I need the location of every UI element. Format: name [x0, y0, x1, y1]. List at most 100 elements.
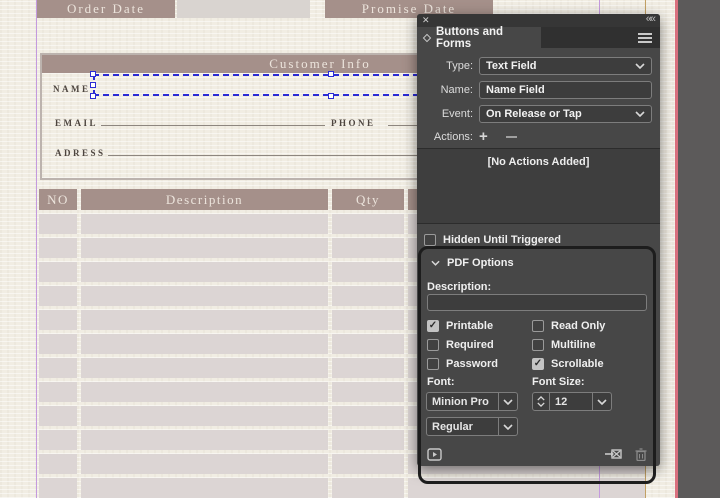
type-row: Type: Text Field: [417, 57, 652, 75]
checkbox-label: Hidden Until Triggered: [443, 234, 561, 246]
font-family-value: Minion Pro: [427, 396, 498, 408]
panel-close-icon[interactable]: ✕: [422, 15, 430, 26]
checkbox-printable[interactable]: ✓ Printable: [427, 319, 498, 332]
checkbox-label: Printable: [446, 320, 493, 332]
checkbox-scrollable[interactable]: ✓ Scrollable: [532, 357, 605, 370]
table-cell: [81, 238, 328, 258]
type-select[interactable]: Text Field: [479, 57, 652, 75]
table-cell: [332, 382, 404, 402]
table-cell: [332, 310, 404, 330]
event-select[interactable]: On Release or Tap: [479, 105, 652, 123]
event-label: Event:: [417, 108, 479, 120]
table-cell: [332, 478, 404, 498]
table-cell: [332, 334, 404, 354]
checkbox-label: Multiline: [551, 339, 596, 351]
table-cell: [39, 310, 77, 330]
table-cell: [81, 406, 328, 426]
checkbox-multiline[interactable]: Multiline: [532, 338, 605, 351]
table-cell: [81, 430, 328, 450]
checkbox-box[interactable]: [532, 339, 544, 351]
table-cell: [39, 358, 77, 378]
checkbox-label: Read Only: [551, 320, 605, 332]
selection-handle[interactable]: [90, 82, 96, 88]
table-cell: [39, 430, 77, 450]
chevron-down-icon[interactable]: [499, 399, 517, 405]
phone-field-label: PHONE: [331, 118, 376, 128]
table-cell: [81, 358, 328, 378]
checkbox-read-only[interactable]: Read Only: [532, 319, 605, 332]
selection-handle[interactable]: [90, 71, 96, 77]
table-cell: [332, 238, 404, 258]
name-value: Name Field: [486, 84, 545, 96]
table-cell: [81, 214, 328, 234]
table-cell: [39, 334, 77, 354]
checkbox-hidden-until-triggered[interactable]: Hidden Until Triggered: [424, 233, 561, 246]
description-input[interactable]: [427, 294, 647, 311]
checkbox-box[interactable]: ✓: [427, 320, 439, 332]
stepper-arrows-icon[interactable]: [533, 396, 549, 407]
table-cell: [81, 286, 328, 306]
selection-handle[interactable]: [328, 71, 334, 77]
name-input[interactable]: Name Field: [479, 81, 652, 99]
buttons-and-forms-panel: ✕ «« Buttons and Forms Type: Text Field …: [417, 14, 660, 466]
remove-action-button[interactable]: [506, 136, 517, 138]
pdf-options-header[interactable]: PDF Options: [431, 257, 514, 269]
checkbox-label: Scrollable: [551, 358, 604, 370]
font-size-stepper[interactable]: 12: [532, 392, 612, 411]
address-field-label: ADRESS: [55, 148, 106, 158]
selection-handle[interactable]: [328, 93, 334, 99]
checkbox-box[interactable]: [427, 339, 439, 351]
delete-trash-icon[interactable]: [635, 448, 647, 461]
font-style-select[interactable]: Regular: [426, 417, 518, 436]
name-label: Name:: [417, 84, 479, 96]
chevron-down-icon[interactable]: [593, 399, 611, 405]
table-cell: [39, 382, 77, 402]
table-cell: [39, 286, 77, 306]
pdf-options-title: PDF Options: [447, 257, 514, 269]
email-field-label: EMAIL: [55, 118, 98, 128]
panel-menu-icon[interactable]: [638, 37, 652, 39]
actions-list[interactable]: [No Actions Added]: [417, 148, 660, 224]
checkbox-label: Password: [446, 358, 498, 370]
panel-collapse-icon[interactable]: ««: [646, 13, 654, 25]
items-table-header-qty: Qty: [332, 189, 404, 210]
selection-handle[interactable]: [90, 93, 96, 99]
type-value: Text Field: [486, 60, 537, 72]
checkbox-box[interactable]: ✓: [532, 358, 544, 370]
font-size-label: Font Size:: [532, 376, 585, 388]
tab-buttons-and-forms[interactable]: Buttons and Forms: [417, 27, 541, 48]
checkbox-box[interactable]: [427, 358, 439, 370]
preview-spread-icon[interactable]: [427, 448, 442, 461]
table-cell: [81, 478, 328, 498]
table-cell: [332, 454, 404, 474]
actions-label: Actions:: [417, 131, 479, 143]
font-family-select[interactable]: Minion Pro: [426, 392, 518, 411]
table-cell: [332, 262, 404, 282]
order-date-label: Order Date: [67, 1, 145, 17]
items-table-header-description: Description: [81, 189, 328, 210]
table-cell: [332, 214, 404, 234]
order-date-bar: Order Date: [37, 0, 175, 18]
panel-bottom-toolbar: [427, 445, 647, 463]
checkbox-password[interactable]: Password: [427, 357, 498, 370]
chevron-down-icon[interactable]: [499, 424, 517, 430]
panel-tab-icon: [423, 33, 431, 41]
table-cell: [39, 454, 77, 474]
checkbox-box[interactable]: [424, 234, 436, 246]
chevron-down-icon: [635, 111, 645, 117]
convert-to-object-icon[interactable]: [605, 448, 622, 460]
chevron-down-icon: [635, 63, 645, 69]
pasteboard-right: [675, 0, 720, 498]
checkbox-box[interactable]: [532, 320, 544, 332]
add-action-button[interactable]: +: [479, 132, 488, 142]
event-row: Event: On Release or Tap: [417, 105, 652, 123]
checkbox-required[interactable]: Required: [427, 338, 498, 351]
table-cell: [81, 262, 328, 282]
panel-title: Buttons and Forms: [436, 26, 541, 50]
table-cell: [332, 430, 404, 450]
font-label: Font:: [427, 376, 454, 388]
order-date-value-box: [177, 0, 310, 18]
pdf-checkbox-column-left: ✓ Printable Required Password: [427, 319, 498, 370]
table-cell: [39, 478, 77, 498]
table-cell: [81, 334, 328, 354]
